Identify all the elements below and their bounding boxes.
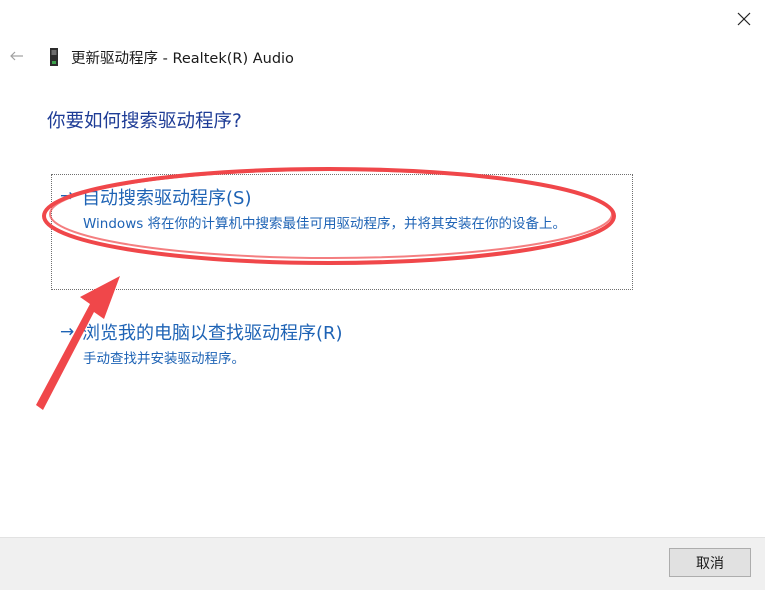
close-button[interactable] [730, 6, 758, 32]
browse-computer-description: 手动查找并安装驱动程序。 [83, 351, 245, 367]
cancel-button[interactable]: 取消 [669, 548, 751, 577]
auto-search-title[interactable]: 自动搜索驱动程序(S) [82, 184, 251, 210]
browse-arrow-icon: → [60, 322, 75, 342]
audio-device-icon [50, 48, 58, 66]
update-driver-dialog: 更新驱动程序 - Realtek(R) Audio 你要如何搜索驱动程序? → … [0, 0, 765, 590]
auto-search-description: Windows 将在你的计算机中搜索最佳可用驱动程序，并将其安装在你的设备上。 [83, 216, 567, 232]
annotation-overlay [36, 167, 616, 410]
dialog-footer [0, 537, 765, 590]
back-button[interactable] [6, 46, 28, 66]
close-icon [737, 12, 751, 26]
auto-search-arrow-icon: → [60, 186, 75, 206]
window-title: 更新驱动程序 - Realtek(R) Audio [71, 51, 294, 67]
page-heading: 你要如何搜索驱动程序? [47, 111, 242, 132]
browse-computer-option[interactable]: 浏览我的电脑以查找驱动程序(R) [82, 319, 343, 345]
back-arrow-icon [10, 51, 23, 61]
